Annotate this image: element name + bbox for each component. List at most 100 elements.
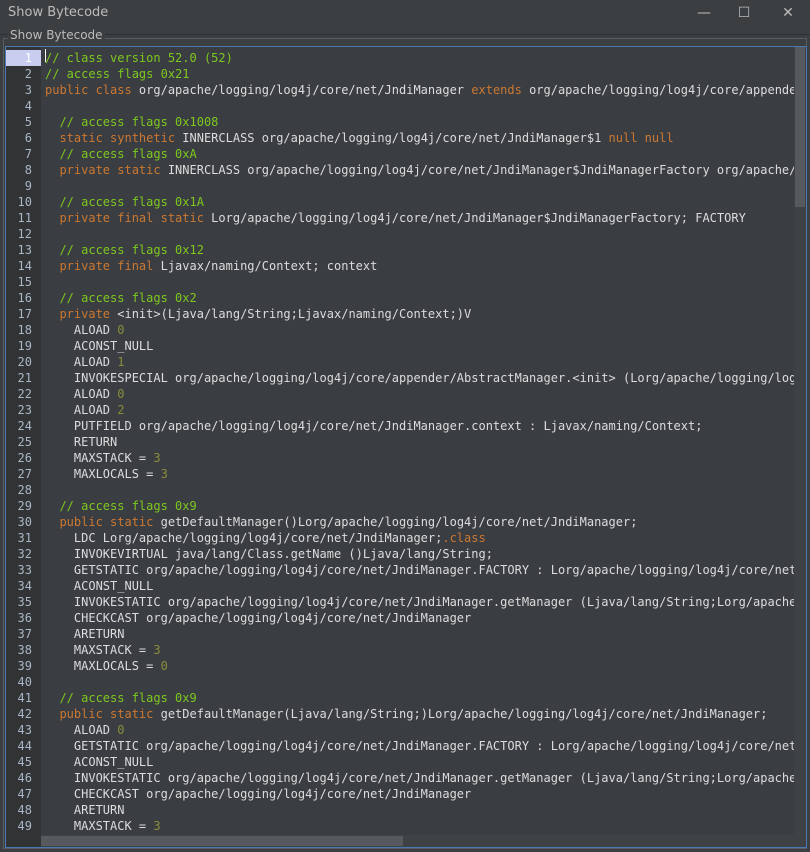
title-bar[interactable]: Show Bytecode — ☐ ✕ <box>0 0 810 26</box>
code-text: INVOKESPECIAL org/apache/logging/log4j/c… <box>45 370 806 386</box>
code-line[interactable]: 36 CHECKCAST org/apache/logging/log4j/co… <box>6 610 472 626</box>
code-line[interactable]: 27 MAXLOCALS = 3 <box>6 466 168 482</box>
text-token: MAXSTACK = <box>45 643 154 657</box>
code-line[interactable]: 39 MAXLOCALS = 0 <box>6 658 168 674</box>
line-number: 22 <box>17 387 32 401</box>
code-line[interactable]: 16 // access flags 0x2 <box>6 290 197 306</box>
code-text: MAXSTACK = 3 <box>45 642 161 658</box>
code-line[interactable]: 6 static synthetic INNERCLASS org/apache… <box>6 130 674 146</box>
code-line[interactable]: 32 INVOKEVIRTUAL java/lang/Class.getName… <box>6 546 493 562</box>
line-number: 39 <box>17 659 32 673</box>
code-lines[interactable]: 1 // class version 52.0 (52) 2 // access fl… <box>6 50 806 834</box>
code-text: public static getDefaultManager(Ljava/la… <box>45 706 767 722</box>
code-line[interactable]: 18 ALOAD 0 <box>6 322 125 338</box>
line-number: 19 <box>17 339 32 353</box>
code-line[interactable]: 8 private static INNERCLASS org/apache/l… <box>6 162 806 178</box>
text-token: RETURN <box>45 435 118 449</box>
text-token: ACONST_NULL <box>45 755 154 769</box>
code-text: MAXLOCALS = 0 <box>45 658 168 674</box>
line-number: 27 <box>17 467 32 481</box>
code-line[interactable]: 29 // access flags 0x9 <box>6 498 197 514</box>
code-line[interactable]: 24 PUTFIELD org/apache/logging/log4j/cor… <box>6 418 703 434</box>
horizontal-scroll-thumb[interactable] <box>41 836 403 846</box>
close-icon[interactable]: ✕ <box>776 3 800 23</box>
code-text: CHECKCAST org/apache/logging/log4j/core/… <box>45 610 471 626</box>
comment-token: // access flags 0x9 <box>59 499 197 513</box>
code-line[interactable]: 5 // access flags 0x1008 <box>6 114 219 130</box>
bytecode-editor[interactable]: 1 // class version 52.0 (52) 2 // access fl… <box>5 46 807 848</box>
code-line[interactable]: 41 // access flags 0x9 <box>6 690 197 706</box>
code-line[interactable]: 34 ACONST_NULL <box>6 578 154 594</box>
vertical-scroll-thumb[interactable] <box>795 47 805 207</box>
number-token: 2 <box>117 403 125 417</box>
code-line[interactable]: 48 ARETURN <box>6 802 125 818</box>
code-line[interactable]: 37 ARETURN <box>6 626 125 642</box>
text-token: INVOKESTATIC org/apache/logging/log4j/co… <box>45 771 807 785</box>
line-number: 14 <box>17 259 32 273</box>
line-number: 42 <box>17 707 32 721</box>
text-token: Lorg/apache/logging/log4j/core/net/JndiM… <box>211 211 746 225</box>
code-line[interactable]: 21 INVOKESPECIAL org/apache/logging/log4… <box>6 370 806 386</box>
code-line[interactable]: 49 MAXSTACK = 3 <box>6 818 161 834</box>
code-text: LDC Lorg/apache/logging/log4j/core/net/J… <box>45 530 486 546</box>
code-line[interactable]: 1 // class version 52.0 (52) <box>6 50 233 66</box>
code-line[interactable]: 7 // access flags 0xA <box>6 146 197 162</box>
text-token: ACONST_NULL <box>45 579 154 593</box>
code-line[interactable]: 19 ACONST_NULL <box>6 338 154 354</box>
code-line[interactable]: 15 <box>6 274 41 290</box>
code-line[interactable]: 10 // access flags 0x1A <box>6 194 204 210</box>
code-line[interactable]: 45 ACONST_NULL <box>6 754 154 770</box>
vertical-scrollbar[interactable] <box>794 47 806 847</box>
code-line[interactable]: 9 <box>6 178 41 194</box>
code-line[interactable]: 23 ALOAD 2 <box>6 402 125 418</box>
minimize-icon[interactable]: — <box>692 3 716 23</box>
code-line[interactable]: 43 ALOAD 0 <box>6 722 125 738</box>
number-token: 0 <box>117 387 125 401</box>
code-line[interactable]: 35 INVOKESTATIC org/apache/logging/log4j… <box>6 594 806 610</box>
code-line[interactable]: 28 <box>6 482 41 498</box>
code-text: MAXSTACK = 3 <box>45 818 161 834</box>
text-caret <box>45 49 46 62</box>
code-text: MAXSTACK = 3 <box>45 450 161 466</box>
keyword-token: .class <box>442 531 486 545</box>
code-line[interactable]: 47 CHECKCAST org/apache/logging/log4j/co… <box>6 786 472 802</box>
code-line[interactable]: 22 ALOAD 0 <box>6 386 125 402</box>
code-line[interactable]: 25 RETURN <box>6 434 118 450</box>
code-line[interactable]: 40 <box>6 674 41 690</box>
horizontal-scrollbar[interactable] <box>41 835 794 847</box>
code-text: // access flags 0x21 <box>45 66 190 82</box>
code-line[interactable]: 3 public class org/apache/logging/log4j/c… <box>6 82 806 98</box>
code-line[interactable]: 30 public static getDefaultManager()Lorg… <box>6 514 638 530</box>
line-number: 37 <box>17 627 32 641</box>
code-line[interactable]: 31 LDC Lorg/apache/logging/log4j/core/ne… <box>6 530 486 546</box>
text-token: INVOKESTATIC org/apache/logging/log4j/co… <box>45 595 807 609</box>
keyword-token: private <box>59 307 118 321</box>
code-line[interactable]: 33 GETSTATIC org/apache/logging/log4j/co… <box>6 562 806 578</box>
maximize-icon[interactable]: ☐ <box>732 3 756 23</box>
code-line[interactable]: 46 INVOKESTATIC org/apache/logging/log4j… <box>6 770 806 786</box>
code-line[interactable]: 26 MAXSTACK = 3 <box>6 450 161 466</box>
code-line[interactable]: 17 private <init>(Ljava/lang/String;Ljav… <box>6 306 472 322</box>
code-line[interactable]: 14 private final Ljavax/naming/Context; … <box>6 258 378 274</box>
code-text: ACONST_NULL <box>45 578 153 594</box>
code-line[interactable]: 42 public static getDefaultManager(Ljava… <box>6 706 768 722</box>
code-line[interactable]: 4 <box>6 98 41 114</box>
code-line[interactable]: 44 GETSTATIC org/apache/logging/log4j/co… <box>6 738 806 754</box>
code-text: public class org/apache/logging/log4j/co… <box>45 82 806 98</box>
line-number: 33 <box>17 563 32 577</box>
code-line[interactable]: 13 // access flags 0x12 <box>6 242 204 258</box>
text-token: <init>(Ljava/lang/String;Ljavax/naming/C… <box>117 307 472 321</box>
line-number: 29 <box>17 499 32 513</box>
code-line[interactable]: 20 ALOAD 1 <box>6 354 125 370</box>
comment-token: // class version 52.0 (52) <box>45 51 233 65</box>
keyword-token: static synthetic <box>59 131 183 145</box>
code-line[interactable]: 2 // access flags 0x21 <box>6 66 190 82</box>
comment-token: // access flags 0x2 <box>59 291 197 305</box>
code-text: // access flags 0x1A <box>45 194 204 210</box>
code-line[interactable]: 38 MAXSTACK = 3 <box>6 642 161 658</box>
code-line[interactable]: 12 <box>6 226 41 242</box>
code-line[interactable]: 11 private final static Lorg/apache/logg… <box>6 210 746 226</box>
